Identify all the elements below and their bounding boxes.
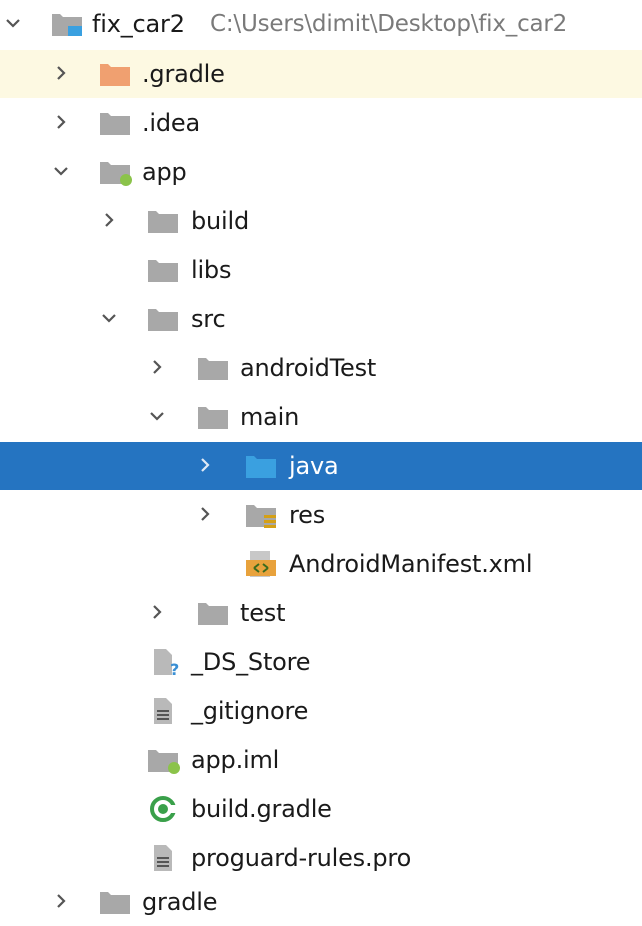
folder-icon bbox=[198, 358, 228, 380]
tree-row-androidmanifest[interactable]: AndroidManifest.xml bbox=[0, 540, 642, 588]
text-file-icon bbox=[154, 698, 172, 724]
tree-item-label: src bbox=[191, 305, 226, 333]
tree-row-androidtest[interactable]: androidTest bbox=[0, 344, 642, 392]
gradle-file-icon bbox=[150, 796, 176, 822]
tree-item-label: proguard-rules.pro bbox=[191, 844, 412, 872]
tree-item-label: _DS_Store bbox=[191, 648, 311, 676]
tree-item-label: test bbox=[240, 599, 286, 627]
folder-icon bbox=[198, 603, 228, 625]
tree-row-app[interactable]: app bbox=[0, 148, 642, 196]
folder-icon bbox=[100, 113, 130, 135]
tree-item-label: .gradle bbox=[142, 60, 225, 88]
tree-row-build[interactable]: build bbox=[0, 197, 642, 245]
android-manifest-icon bbox=[246, 551, 276, 577]
tree-item-label: java bbox=[289, 452, 339, 480]
chevron-right-icon[interactable] bbox=[147, 602, 167, 622]
tree-row-app-iml[interactable]: app.iml bbox=[0, 736, 642, 784]
chevron-down-icon[interactable] bbox=[3, 13, 23, 33]
folder-icon bbox=[148, 211, 178, 233]
svg-text:?: ? bbox=[170, 660, 179, 676]
tree-item-label: app.iml bbox=[191, 746, 280, 774]
tree-row-gitignore[interactable]: _gitignore bbox=[0, 687, 642, 735]
project-root-path: C:\Users\dimit\Desktop\fix_car2 bbox=[210, 11, 568, 37]
unknown-file-icon: ? bbox=[154, 649, 179, 676]
chevron-right-icon[interactable] bbox=[195, 504, 215, 524]
chevron-right-icon[interactable] bbox=[147, 357, 167, 377]
tree-row-res[interactable]: res bbox=[0, 491, 642, 539]
tree-row-src[interactable]: src bbox=[0, 295, 642, 343]
tree-item-label: androidTest bbox=[240, 354, 377, 382]
chevron-down-icon[interactable] bbox=[51, 161, 71, 181]
chevron-right-icon[interactable] bbox=[195, 455, 215, 475]
tree-row-test[interactable]: test bbox=[0, 589, 642, 637]
tree-item-label: _gitignore bbox=[191, 697, 309, 725]
folder-icon bbox=[100, 892, 130, 914]
tree-row-idea[interactable]: .idea bbox=[0, 99, 642, 147]
tree-item-label: gradle bbox=[142, 888, 218, 916]
tree-row-ds-store[interactable]: ? _DS_Store bbox=[0, 638, 642, 686]
tree-item-label: .idea bbox=[142, 109, 201, 137]
tree-row-main[interactable]: main bbox=[0, 393, 642, 441]
folder-icon bbox=[148, 260, 178, 282]
tree-row-root[interactable]: fix_car2 C:\Users\dimit\Desktop\fix_car2 bbox=[0, 0, 642, 48]
text-file-icon bbox=[154, 845, 172, 871]
chevron-down-icon[interactable] bbox=[99, 308, 119, 328]
chevron-right-icon[interactable] bbox=[51, 112, 71, 132]
source-folder-icon bbox=[246, 456, 276, 478]
chevron-right-icon[interactable] bbox=[99, 210, 119, 230]
tree-item-label: libs bbox=[191, 256, 232, 284]
tree-row-gradle[interactable]: gradle bbox=[0, 878, 642, 926]
tree-item-label: build.gradle bbox=[191, 795, 332, 823]
excluded-folder-icon bbox=[100, 64, 130, 86]
tree-item-label: app bbox=[142, 158, 187, 186]
tree-row-gradle-cache[interactable]: .gradle bbox=[0, 50, 642, 98]
chevron-down-icon[interactable] bbox=[147, 406, 167, 426]
folder-icon bbox=[198, 407, 228, 429]
tree-item-label: AndroidManifest.xml bbox=[289, 550, 533, 578]
project-tree: fix_car2 C:\Users\dimit\Desktop\fix_car2… bbox=[0, 0, 642, 926]
project-root-label: fix_car2 bbox=[92, 10, 185, 38]
module-file-icon bbox=[148, 750, 180, 774]
tree-row-java[interactable]: java bbox=[0, 442, 642, 490]
tree-item-label: res bbox=[289, 501, 326, 529]
tree-row-build-gradle[interactable]: build.gradle bbox=[0, 785, 642, 833]
chevron-right-icon[interactable] bbox=[51, 63, 71, 83]
tree-row-libs[interactable]: libs bbox=[0, 246, 642, 294]
folder-icon bbox=[148, 309, 178, 331]
tree-item-label: build bbox=[191, 207, 250, 235]
module-folder-icon bbox=[100, 162, 132, 186]
tree-item-label: main bbox=[240, 403, 300, 431]
tree-row-proguard-rules[interactable]: proguard-rules.pro bbox=[0, 834, 642, 882]
resources-folder-icon bbox=[246, 505, 276, 528]
chevron-right-icon[interactable] bbox=[51, 891, 71, 911]
project-folder-icon bbox=[52, 14, 82, 36]
